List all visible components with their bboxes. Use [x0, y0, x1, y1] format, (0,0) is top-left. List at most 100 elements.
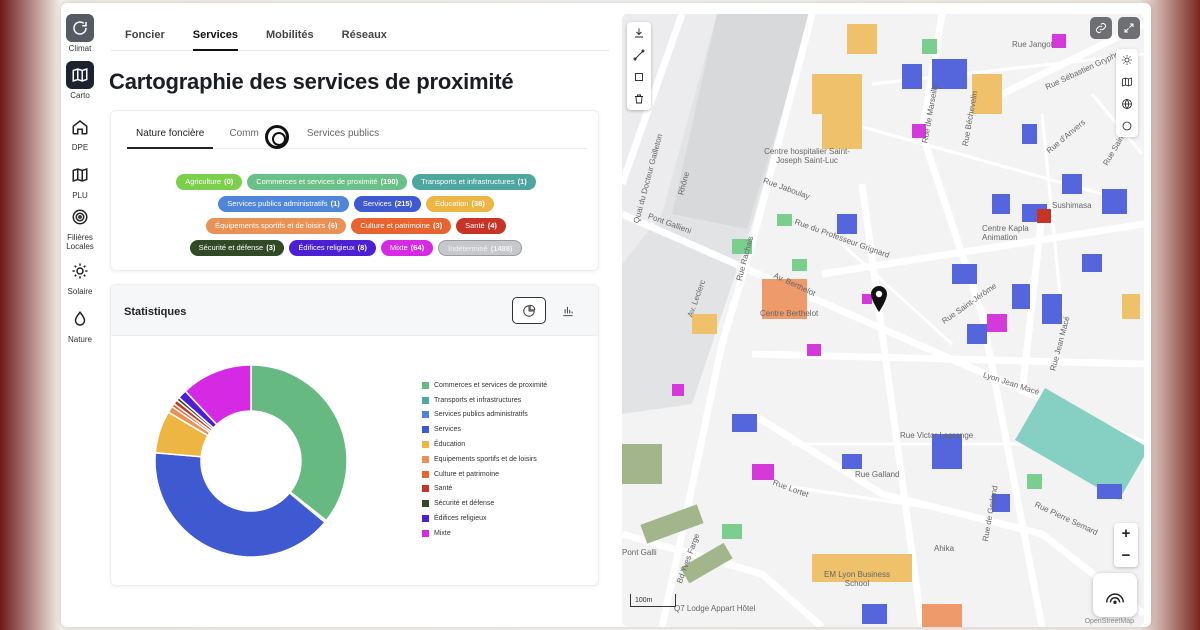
category-tag[interactable]: Culture et patrimoine (3)	[351, 218, 452, 234]
tag-label: Éducation	[435, 199, 469, 208]
donut-slice[interactable]	[154, 451, 326, 558]
legend-item[interactable]: Equipements sportifs et de loisirs	[422, 452, 592, 467]
category-tag[interactable]: Équipements sportifs et de loisirs (6)	[206, 218, 347, 234]
rail-item-carto[interactable]: Carto	[61, 61, 99, 100]
legend-item[interactable]: Édifices religieux	[422, 511, 592, 526]
sun-icon	[66, 257, 94, 285]
legend-label: Transports et infrastructures	[434, 396, 522, 404]
tab-reseaux[interactable]: Réseaux	[342, 23, 387, 51]
zoom-out-button[interactable]: −	[1114, 545, 1138, 567]
legend-item[interactable]: Services	[422, 422, 592, 437]
legend-label: Mixte	[434, 529, 451, 537]
legend-label: Equipements sportifs et de loisirs	[434, 455, 537, 463]
home-icon	[66, 113, 94, 141]
category-tag[interactable]: Services (215)	[353, 196, 422, 212]
tag-count: (215)	[394, 199, 413, 208]
delete-button[interactable]	[627, 88, 651, 110]
tag-label: Services publics administratifs	[227, 199, 328, 208]
cursor-indicator	[265, 125, 289, 149]
orientation-button[interactable]	[1093, 573, 1137, 617]
rail-item-filieres[interactable]: Filières Locales	[61, 203, 99, 251]
light-style-button[interactable]	[1116, 49, 1138, 71]
rail-label-filieres: Filières Locales	[66, 233, 94, 251]
circle-tool-button[interactable]	[1116, 115, 1138, 137]
tag-label: Transports et infrastructures	[421, 177, 515, 186]
tab-services[interactable]: Services	[192, 23, 238, 51]
target-icon	[66, 203, 94, 231]
category-tag[interactable]: Édifices religieux (8)	[289, 240, 376, 256]
tag-label: Agriculture	[185, 177, 222, 186]
rail-label-nature: Nature	[67, 335, 92, 344]
tab-foncier[interactable]: Foncier	[125, 23, 165, 51]
legend-label: Services	[434, 426, 461, 434]
scale-bar: 100m	[630, 594, 676, 607]
tag-row: Agriculture (0) Commerces et services de p…	[121, 174, 591, 190]
subtab-nature-fonciere[interactable]: Nature foncière	[127, 121, 214, 149]
map-view[interactable]: Rue Jangot Rue Sébastien Gryphe Rue de M…	[622, 14, 1144, 627]
category-tag[interactable]: Transports et infrastructures (1)	[412, 174, 536, 190]
map-style-button[interactable]	[1116, 71, 1138, 93]
pie-view-button[interactable]	[512, 297, 546, 324]
rail-item-climat[interactable]: Climat	[61, 14, 99, 53]
rail-item-plu[interactable]: PLU	[61, 161, 99, 200]
category-tag[interactable]: Services publics administratifs (1)	[218, 196, 349, 212]
legend-item[interactable]: Santé	[422, 482, 592, 497]
rail-item-solaire[interactable]: Solaire	[61, 257, 99, 296]
line-icon	[633, 49, 645, 61]
category-tag[interactable]: Agriculture (0)	[176, 174, 243, 190]
tag-count: (1488)	[490, 244, 513, 253]
map-label: EM Lyon Business School	[824, 570, 890, 588]
map-label: Sushimasa	[1052, 201, 1092, 210]
legend-swatch	[422, 426, 429, 434]
subtab-commerces[interactable]: Comm	[229, 121, 258, 149]
draw-polygon-button[interactable]	[627, 66, 651, 88]
sub-tabs: Nature foncière Comm Services publics	[127, 121, 587, 149]
satellite-style-button[interactable]	[1116, 93, 1138, 115]
fullscreen-button[interactable]	[1118, 17, 1140, 39]
circle-icon	[1122, 121, 1132, 131]
page-title: Cartographie des services de proximité	[109, 69, 514, 94]
legend-item[interactable]: Mixte	[422, 526, 592, 541]
rail-label-climat: Climat	[68, 44, 92, 53]
share-link-button[interactable]	[1090, 17, 1112, 39]
location-pin-icon[interactable]	[870, 285, 888, 313]
bar-view-button[interactable]	[551, 297, 585, 324]
subtab-services-publics[interactable]: Services publics	[307, 121, 379, 149]
legend-label: Santé	[434, 485, 453, 493]
category-tag[interactable]: Sécurité et défense (3)	[189, 240, 285, 256]
tag-count: (4)	[487, 221, 497, 230]
legend-label: Services publics administratifs	[434, 411, 528, 419]
draw-line-button[interactable]	[627, 44, 651, 66]
download-button[interactable]	[627, 22, 651, 44]
category-tag[interactable]: Commerces et services de proximité (190)	[247, 174, 408, 190]
legend-item[interactable]: Transports et infrastructures	[422, 393, 592, 408]
category-tag[interactable]: Indéterminé (1488)	[438, 240, 523, 256]
tag-count: (6)	[328, 221, 338, 230]
trash-icon	[635, 94, 643, 104]
donut-slice[interactable]	[250, 364, 348, 522]
rail-item-dpe[interactable]: DPE	[61, 113, 99, 152]
tag-label: Culture et patrimoine	[360, 221, 430, 230]
legend-swatch	[422, 529, 429, 537]
side-rail: Climat Carto DPE PLU Filières Locales So…	[61, 3, 99, 627]
category-tag[interactable]: Santé (4)	[456, 218, 506, 234]
legend-item[interactable]: Sécurité et défense	[422, 496, 592, 511]
stats-header: Statistiques	[111, 285, 598, 336]
sun-icon	[1122, 55, 1132, 65]
radar-icon	[1106, 593, 1124, 604]
tab-mobilites[interactable]: Mobilités	[266, 23, 314, 51]
category-tag[interactable]: Éducation (38)	[426, 196, 494, 212]
zoom-in-button[interactable]: +	[1114, 523, 1138, 545]
tag-label: Édifices religieux	[298, 243, 355, 252]
rail-item-nature[interactable]: Nature	[61, 305, 99, 344]
legend-item[interactable]: Culture et patrimoine	[422, 467, 592, 482]
expand-icon	[1124, 23, 1134, 33]
tag-count: (1)	[330, 199, 340, 208]
rail-label-carto: Carto	[70, 91, 90, 100]
legend-item[interactable]: Services publics administratifs	[422, 408, 592, 423]
zoom-control: + −	[1114, 523, 1138, 567]
legend-item[interactable]: Éducation	[422, 437, 592, 452]
legend-item[interactable]: Commerces et services de proximité	[422, 378, 592, 393]
category-tag[interactable]: Mixte (64)	[380, 240, 434, 256]
tag-label: Équipements sportifs et de loisirs	[215, 221, 326, 230]
